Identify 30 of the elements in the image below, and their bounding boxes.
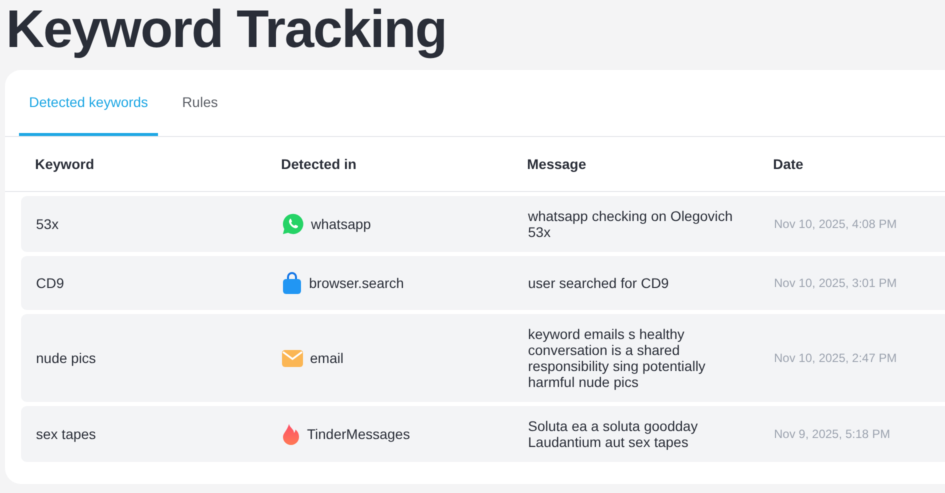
column-header: Detected in: [281, 156, 358, 172]
table-row[interactable]: nude pics email keyword emails s healthy conversation is a shared responsibility sing potentially harmful nude pics Nov 10, 2025, 2:47 PM: [21, 314, 945, 402]
source-label: whatsapp: [311, 216, 371, 232]
envelope-icon: [282, 350, 303, 366]
table-row[interactable]: 53x whatsapp whatsapp checking on Olegovich 53x Nov 10, 2025, 4:08 PM: [21, 196, 945, 252]
source-label: browser.search: [309, 275, 404, 291]
source-label: TinderMessages: [307, 426, 410, 442]
date-cell-text: Nov 10, 2025, 2:47 PM: [774, 351, 898, 365]
message-cell-text: keyword emails s healthy conversation is a shared responsibility sing potentially harmful nude pics: [528, 326, 706, 390]
date-cell-text: Nov 9, 2025, 5:18 PM: [774, 427, 892, 441]
page-title: Keyword Tracking: [6, 0, 448, 61]
tab[interactable]: Rules: [172, 70, 228, 136]
chat-bubble-icon: [282, 213, 304, 235]
column-header: Keyword: [35, 156, 96, 172]
column-header: Message: [527, 156, 588, 172]
column-header: Date: [773, 156, 804, 172]
table-row[interactable]: sex tapes TinderMessages Soluta ea a soluta goodday Laudantium aut sex tapes Nov 9, 2025, 5:18 PM: [21, 406, 945, 462]
keyword-cell-text: CD9: [36, 275, 66, 291]
message-cell-text: user searched for CD9: [528, 275, 670, 291]
shopping-bag-icon: [282, 272, 302, 294]
date-cell-text: Nov 10, 2025, 3:01 PM: [774, 276, 898, 290]
keyword-cell-text: sex tapes: [36, 426, 97, 442]
keyword-cell-text: nude pics: [36, 350, 97, 366]
table-row[interactable]: CD9 browser.search user searched for CD9 Nov 10, 2025, 3:01 PM: [21, 256, 945, 310]
message-cell-text: Soluta ea a soluta goodday Laudantium aut sex tapes: [528, 418, 699, 450]
date-cell-text: Nov 10, 2025, 4:08 PM: [774, 217, 898, 231]
keyword-cell-text: 53x: [36, 216, 60, 232]
message-cell-text: whatsapp checking on Olegovich 53x: [528, 208, 734, 240]
flame-icon: [282, 423, 300, 445]
source-label: email: [310, 350, 344, 366]
